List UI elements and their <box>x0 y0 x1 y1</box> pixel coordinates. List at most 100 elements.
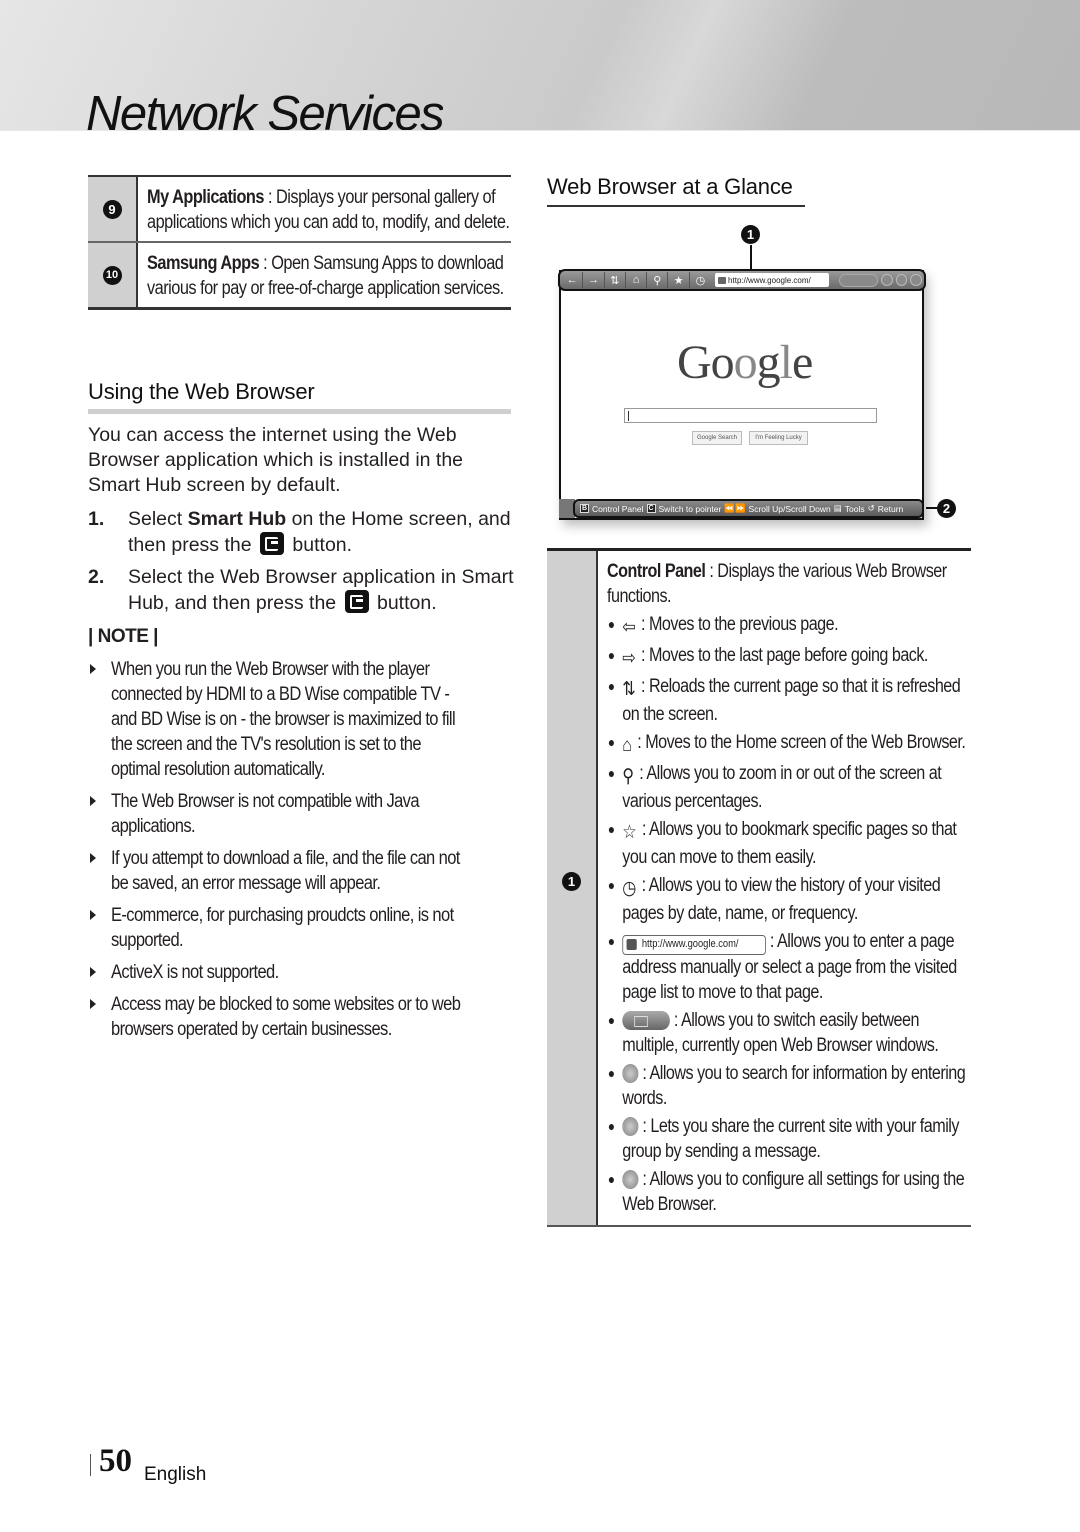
feeling-lucky-button[interactable]: I'm Feeling Lucky <box>749 431 808 445</box>
forward-arrow-icon[interactable]: → <box>583 272 605 288</box>
history-icon: ◷ <box>622 878 636 899</box>
callout-1-badge: 1 <box>741 225 760 244</box>
triangle-bullet-icon <box>88 960 111 985</box>
list-item: ● ⇦ : Moves to the previous page. <box>607 614 839 638</box>
control-panel-description-table: 1 Control Panel : Displays the various W… <box>547 548 971 1227</box>
item-number-badge: 9 <box>102 199 122 219</box>
table-row: 9 My Applications : Displays your person… <box>88 177 511 243</box>
note-item: If you attempt to download a file, and t… <box>88 846 518 896</box>
list-item: ● ◷ : Allows you to view the history of y… <box>607 875 941 924</box>
control-panel-hint: Control Panel <box>592 503 644 514</box>
back-arrow-icon[interactable]: ← <box>562 272 584 288</box>
list-item: ● ☆ : Allows you to bookmark specific pag… <box>607 819 957 868</box>
intro-paragraph: You can access the internet using the We… <box>88 424 464 496</box>
bookmark-star-icon: ☆ <box>622 822 637 843</box>
table-row: 10 Samsung Apps : Open Samsung Apps to d… <box>88 243 511 307</box>
note-item: Access may be blocked to some websites o… <box>88 992 518 1042</box>
enter-button-icon <box>260 532 284 555</box>
step-item: 2. Select the Web Browser application in… <box>88 566 514 614</box>
window-switch-icon <box>622 1010 670 1030</box>
section-heading-web-browser-at-a-glance: Web Browser at a Glance <box>547 174 805 207</box>
text-caret <box>628 411 629 421</box>
list-item: ● ⇅ : Reloads the current page so that it… <box>607 676 961 725</box>
favicon-icon <box>718 276 727 284</box>
forward-arrow-icon: ⇨ <box>622 648 636 669</box>
home-icon: ⌂ <box>622 735 632 756</box>
note-item: ActiveX is not supported. <box>88 960 518 985</box>
triangle-bullet-icon <box>88 657 111 782</box>
tools-icon: ▤ <box>833 503 842 513</box>
url-address-bar[interactable]: http://www.google.com/ <box>715 273 830 287</box>
return-hint: Return <box>877 503 904 514</box>
apps-description-table: 9 My Applications : Displays your person… <box>88 175 511 310</box>
enter-button-icon <box>344 590 369 613</box>
share-icon[interactable] <box>895 274 908 286</box>
term-samsung-apps: Samsung Apps <box>147 253 260 274</box>
page-language: English <box>144 1464 207 1485</box>
search-icon[interactable] <box>880 274 893 286</box>
note-item: E-commerce, for purchasing proudcts onli… <box>88 903 518 953</box>
page-number: 50 <box>99 1443 132 1479</box>
triangle-bullet-icon <box>88 789 111 839</box>
share-icon <box>622 1116 639 1136</box>
google-search-button[interactable]: Google Search <box>692 431 742 445</box>
switch-to-pointer-hint: Switch to pointer <box>658 503 722 514</box>
callout-1-leader-line <box>750 245 752 269</box>
google-search-field[interactable] <box>624 408 877 423</box>
browser-key-guide-bar: B Control Panel C Switch to pointer ⏪⏩ S… <box>573 499 924 518</box>
term-my-applications: My Applications <box>147 187 264 208</box>
note-label: | NOTE | <box>88 626 158 647</box>
triangle-bullet-icon <box>88 903 111 953</box>
chapter-title: Network Services <box>86 87 444 131</box>
favicon-icon <box>626 939 637 950</box>
url-bar-icon: http://www.google.com/ <box>622 934 766 955</box>
control-panel-feature-list: ● ⇦ : Moves to the previous page. ● ⇨ : Mo… <box>607 612 972 1217</box>
section-heading-using-web-browser: Using the Web Browser <box>88 379 511 414</box>
return-icon: ↺ <box>867 503 875 513</box>
note-item: The Web Browser is not compatible with J… <box>88 789 518 839</box>
step-item: 1. Select Smart Hub on the Home screen, … <box>88 508 511 556</box>
list-item: ● : Allows you to switch easily between … <box>607 1009 939 1056</box>
steps-list: 1. Select Smart Hub on the Home screen, … <box>88 507 518 623</box>
home-icon[interactable]: ⌂ <box>626 272 648 288</box>
callout-2-badge: 2 <box>937 499 956 518</box>
list-item: ● ⚲ : Allows you to zoom in or out of the… <box>607 763 942 812</box>
browser-window: Google Google Search I'm Feeling Lucky <box>559 270 924 520</box>
list-item: ● : Allows you to search for information… <box>607 1062 966 1109</box>
item-number-badge: 1 <box>562 872 581 891</box>
reload-icon[interactable]: ⇅ <box>605 272 626 288</box>
reload-icon: ⇅ <box>622 679 636 700</box>
chapter-header-banner: Network Services <box>0 0 1080 131</box>
history-icon[interactable]: ◷ <box>690 272 711 288</box>
scroll-hint: Scroll Up/Scroll Down <box>748 503 831 514</box>
control-panel-term: Control Panel <box>607 561 706 582</box>
web-browser-screenshot-figure: 1 Google Google Search I'm Feeling Lucky… <box>548 222 978 532</box>
settings-gear-icon <box>622 1169 639 1189</box>
skip-keys-icon: ⏪⏩ <box>724 503 746 513</box>
list-item: ● : Allows you to configure all settings… <box>607 1168 965 1215</box>
note-item: When you run the Web Browser with the pl… <box>88 657 518 782</box>
settings-gear-icon[interactable] <box>910 274 922 286</box>
step-number: 2. <box>88 566 105 588</box>
notes-list: When you run the Web Browser with the pl… <box>88 657 518 1049</box>
list-item: ● ⌂ : Moves to the Home screen of the Web… <box>607 732 966 756</box>
footer-divider <box>90 1454 91 1476</box>
zoom-icon[interactable]: ⚲ <box>647 272 669 288</box>
bookmark-star-icon[interactable]: ★ <box>668 272 690 288</box>
list-item: ● http://www.google.com/ : Allows you to … <box>607 931 957 1003</box>
search-icon <box>622 1063 639 1083</box>
window-switch-icon[interactable] <box>839 273 878 287</box>
back-arrow-icon: ⇦ <box>622 617 636 638</box>
list-item: ● ⇨ : Moves to the last page before going… <box>607 645 929 669</box>
tools-hint: Tools <box>844 503 865 514</box>
c-key-icon: C <box>646 504 656 513</box>
triangle-bullet-icon <box>88 992 111 1042</box>
smart-hub-term: Smart Hub <box>187 508 287 530</box>
b-key-icon: B <box>580 504 589 513</box>
list-item: ● : Lets you share the current site with… <box>607 1115 960 1162</box>
triangle-bullet-icon <box>88 846 111 896</box>
google-logo: Google <box>677 336 813 389</box>
zoom-icon: ⚲ <box>622 766 634 787</box>
item-number-badge: 10 <box>102 265 122 285</box>
step-number: 1. <box>88 508 105 530</box>
